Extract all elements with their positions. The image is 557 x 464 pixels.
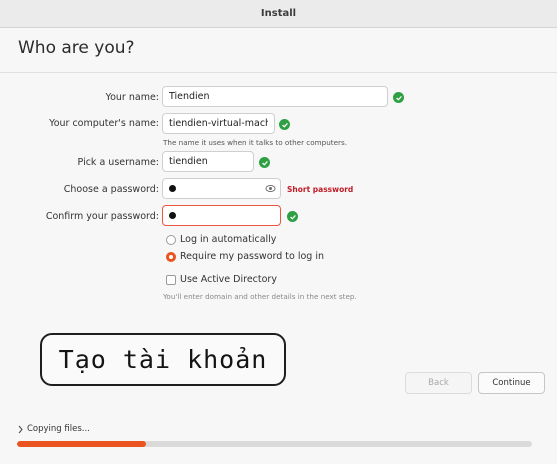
handwritten-annotation: Tạo tài khoản [40,333,286,386]
login-auto-label: Log in automatically [180,234,277,245]
computer-name-hint: The name it uses when it talks to other … [163,138,348,147]
username-label: Pick a username: [77,157,159,168]
name-input[interactable] [162,86,388,107]
active-directory-checkbox[interactable] [166,275,176,285]
active-directory-label: Use Active Directory [180,274,277,285]
check-circle-icon [259,157,270,168]
confirm-password-input[interactable] [162,205,281,226]
eye-icon[interactable] [265,184,276,193]
back-button[interactable]: Back [405,372,472,394]
password-strength: Short password [287,185,354,194]
check-circle-icon [279,119,290,130]
computer-name-label: Your computer's name: [49,118,159,129]
check-circle-icon [287,211,298,222]
require-password-label: Require my password to log in [180,251,325,262]
password-input[interactable] [162,178,281,199]
window-title: Install [260,8,297,19]
require-password-radio[interactable] [166,252,176,262]
login-auto-radio[interactable] [166,235,176,245]
confirm-password-label: Confirm your password: [45,211,159,222]
copying-status[interactable]: Copying files... [18,424,90,434]
header-divider [0,72,557,73]
check-circle-icon [393,92,404,103]
chevron-right-icon [18,425,23,433]
window-titlebar: Install [0,0,557,28]
username-input[interactable] [162,151,254,172]
progress-bar-fill [17,441,146,447]
name-label: Your name: [105,92,159,103]
computer-name-input[interactable] [162,113,275,134]
active-directory-hint: You'll enter domain and other details in… [163,292,357,301]
copying-status-text: Copying files... [27,424,90,434]
confirm-mask-dot [169,212,176,219]
page-title: Who are you? [18,38,135,58]
progress-bar [17,441,532,447]
continue-button[interactable]: Continue [478,372,545,394]
password-label: Choose a password: [63,184,159,195]
password-mask-dot [169,185,176,192]
